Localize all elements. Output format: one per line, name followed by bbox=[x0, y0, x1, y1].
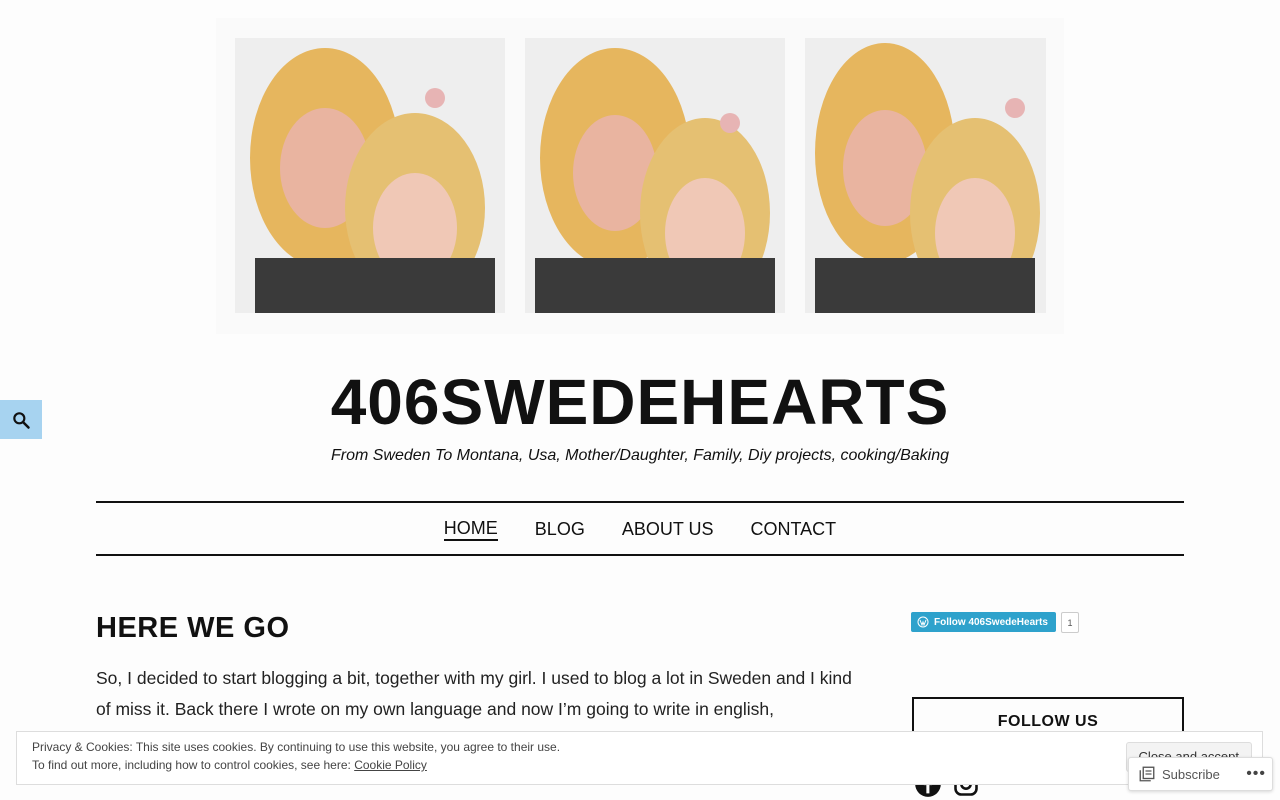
site-title[interactable]: 406SWEDEHEARTS bbox=[0, 362, 1280, 442]
post-body: So, I decided to start blogging a bit, t… bbox=[96, 668, 852, 719]
subscribe-bar: Subscribe ••• bbox=[1128, 757, 1273, 791]
cookie-consent-banner: Privacy & Cookies: This site uses cookie… bbox=[16, 731, 1263, 785]
site-description: From Sweden To Montana, Usa, Mother/Daug… bbox=[330, 447, 950, 464]
main-navigation: HOME BLOG ABOUT US CONTACT bbox=[96, 501, 1184, 556]
nav-item-home[interactable]: HOME bbox=[443, 517, 498, 541]
cookie-policy-link[interactable]: Cookie Policy bbox=[354, 758, 427, 772]
follow-button-label: Follow 406SwedeHearts bbox=[934, 616, 1048, 628]
subscribe-button[interactable]: Subscribe bbox=[1162, 767, 1220, 782]
cookie-more-info-text: To find out more, including how to contr… bbox=[32, 758, 355, 772]
header-photo-2 bbox=[525, 38, 785, 313]
cookie-more-info: To find out more, including how to contr… bbox=[32, 758, 427, 772]
header-photo-3 bbox=[805, 38, 1046, 313]
post-title[interactable]: HERE WE GO bbox=[96, 612, 290, 645]
wordpress-icon bbox=[917, 616, 929, 628]
reader-icon bbox=[1138, 765, 1156, 783]
nav-item-about-us[interactable]: ABOUT US bbox=[622, 518, 714, 540]
follower-count-badge: 1 bbox=[1061, 612, 1079, 633]
more-options-button[interactable]: ••• bbox=[1246, 765, 1266, 783]
header-photo-1 bbox=[235, 38, 505, 313]
follow-blog-button[interactable]: Follow 406SwedeHearts bbox=[911, 612, 1056, 632]
cookie-notice-text: Privacy & Cookies: This site uses cookie… bbox=[32, 740, 561, 754]
follow-us-heading: FOLLOW US bbox=[997, 713, 1099, 730]
nav-item-contact[interactable]: CONTACT bbox=[751, 518, 837, 540]
nav-item-blog[interactable]: BLOG bbox=[535, 518, 585, 540]
header-photo-strip bbox=[216, 18, 1064, 334]
